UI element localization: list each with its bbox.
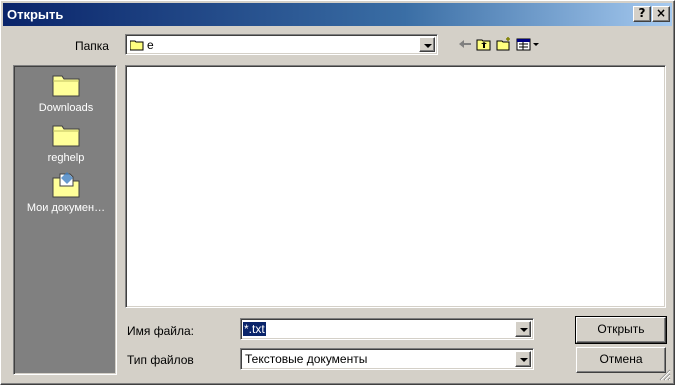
open-dialog: Открыть ? × Папка e Downloads reghelp Мо… (0, 0, 675, 385)
cancel-button[interactable]: Отмена (576, 347, 666, 373)
resize-grip-icon[interactable] (659, 369, 671, 381)
file-type-label: Тип файлов (127, 353, 194, 367)
view-menu-icon[interactable] (516, 37, 542, 51)
places-bar: Downloads reghelp Мои докумен… (13, 65, 117, 375)
my-documents-icon (52, 172, 80, 198)
file-name-input[interactable]: *.txt (243, 322, 266, 336)
look-in-label: Папка (75, 39, 109, 53)
up-folder-icon[interactable] (476, 37, 492, 51)
folder-icon (130, 40, 144, 51)
look-in-value: e (147, 38, 154, 52)
close-button[interactable]: × (652, 6, 670, 22)
new-folder-icon[interactable] (496, 37, 512, 51)
title-bar[interactable]: Открыть ? × (3, 3, 672, 26)
place-downloads[interactable]: Downloads (14, 70, 118, 120)
place-reghelp[interactable]: reghelp (14, 120, 118, 170)
place-label: Мои докумен… (26, 202, 106, 214)
look-in-combo[interactable]: e (125, 34, 438, 55)
file-name-dropdown-button[interactable] (515, 321, 531, 337)
place-label: Downloads (38, 102, 94, 114)
file-name-label: Имя файла: (127, 324, 194, 338)
open-button[interactable]: Открыть (575, 316, 667, 344)
look-in-dropdown-button[interactable] (419, 37, 435, 52)
file-type-dropdown-button[interactable] (515, 351, 531, 367)
file-list[interactable] (125, 65, 666, 308)
dialog-title: Открыть (7, 7, 64, 22)
file-type-combo[interactable]: Текстовые документы (240, 348, 534, 370)
folder-icon (52, 75, 80, 97)
file-name-combo[interactable]: *.txt (240, 318, 534, 340)
place-label: reghelp (47, 152, 85, 164)
help-button[interactable]: ? (633, 6, 651, 22)
place-my-documents[interactable]: Мои докумен… (14, 170, 118, 220)
folder-icon (52, 125, 80, 147)
back-arrow-icon[interactable] (457, 37, 473, 51)
file-type-value: Текстовые документы (245, 352, 368, 366)
